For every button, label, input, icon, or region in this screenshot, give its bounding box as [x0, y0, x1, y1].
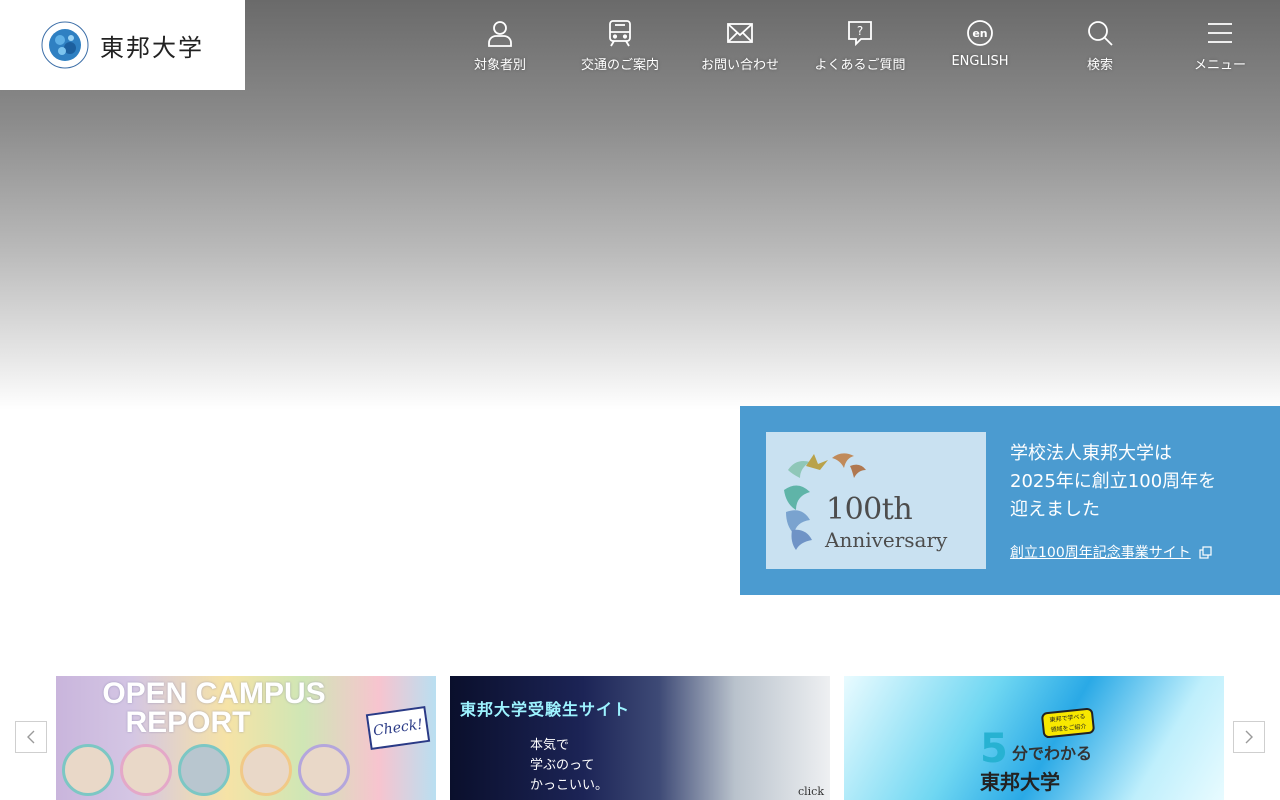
anniversary-heading-line: 迎えました [1010, 499, 1100, 520]
nav-menu[interactable]: メニュー [1160, 0, 1280, 90]
banner-title: OPEN CAMPUS [102, 677, 326, 710]
banner-carousel: OPEN CAMPUS REPORT Check! 東邦大学受験生サイト 本気で… [56, 676, 1224, 800]
anniversary-heading: 学校法人東邦大学は 2025年に創立100周年を 迎えました [1010, 440, 1250, 524]
chevron-left-icon [27, 730, 35, 744]
anniversary-logo[interactable]: 100th Anniversary [766, 432, 986, 569]
banner-title: 東邦大学 [980, 770, 1060, 794]
external-link-icon [1199, 545, 1212, 559]
banner-title: 東邦大学受験生サイト [460, 700, 631, 719]
nav-label: ENGLISH [951, 54, 1009, 69]
svg-text:?: ? [857, 24, 863, 38]
nav-label: よくあるご質問 [814, 58, 906, 73]
en-language-icon: en [967, 20, 993, 46]
banner-copy-line: 学ぶのって [530, 758, 595, 773]
nav-faq[interactable]: ? よくあるご質問 [800, 0, 920, 90]
carousel-next-button[interactable] [1233, 721, 1265, 753]
nav-by-audience[interactable]: 対象者別 [440, 0, 560, 90]
anniversary-site-link[interactable]: 創立100周年記念事業サイト [1010, 542, 1212, 562]
chevron-right-icon [1245, 730, 1253, 744]
banner-tag-line: 領域をご紹介 [1050, 723, 1087, 734]
nav-access[interactable]: 交通のご案内 [560, 0, 680, 90]
anniversary-panel: 100th Anniversary 学校法人東邦大学は 2025年に創立100周… [740, 406, 1280, 595]
mail-icon [727, 23, 753, 43]
anniversary-logo-word: Anniversary [825, 528, 948, 552]
nav-label: 検索 [1086, 58, 1113, 73]
banner-applicant-site[interactable]: 東邦大学受験生サイト 本気で 学ぶのって かっこいい。 click [450, 676, 830, 800]
nav-label: 交通のご案内 [580, 58, 659, 73]
person-icon [488, 21, 512, 47]
campus-photo-circle [240, 744, 292, 796]
search-icon [1088, 21, 1113, 46]
campus-photo-circle [120, 744, 172, 796]
banner-copy: 本気で 学ぶのって かっこいい。 [530, 736, 608, 796]
nav-label: お問い合わせ [700, 58, 779, 73]
banner-copy-line: 本気で [530, 738, 570, 753]
nav-english[interactable]: en ENGLISH [920, 0, 1040, 90]
question-bubble-icon: ? [848, 21, 872, 47]
university-seal-icon [41, 21, 89, 69]
nav-contact[interactable]: お問い合わせ [680, 0, 800, 90]
carousel-prev-button[interactable] [15, 721, 47, 753]
train-icon [609, 20, 631, 47]
campus-photo-circle [62, 744, 114, 796]
banner-subtitle: 分でわかる [1012, 744, 1093, 763]
nav-label: 対象者別 [473, 58, 526, 73]
anniversary-text: 学校法人東邦大学は 2025年に創立100周年を 迎えました 創立100周年記念… [1010, 432, 1250, 595]
banner-click-label: click [797, 785, 824, 798]
anniversary-logo-number: 100th [826, 492, 913, 527]
anniversary-heading-line: 学校法人東邦大学は [1010, 443, 1172, 464]
check-badge: Check! [365, 706, 431, 750]
campus-photo-circle [178, 744, 230, 796]
banner-copy-line: かっこいい。 [530, 778, 609, 793]
banner-5min-toho[interactable]: 東邦で学べる 領域をご紹介 5 分でわかる 東邦大学 [844, 676, 1224, 800]
banner-tag: 東邦で学べる 領域をご紹介 [1040, 707, 1096, 739]
site-logo[interactable]: 東邦大学 [0, 0, 245, 90]
anniversary-link-label: 創立100周年記念事業サイト [1010, 545, 1191, 561]
svg-text:en: en [972, 27, 987, 40]
banner-title: REPORT [125, 706, 251, 739]
nav-search[interactable]: 検索 [1040, 0, 1160, 90]
banner-tag-line: 東邦で学べる [1049, 713, 1086, 724]
campus-photo-circle [298, 744, 350, 796]
hamburger-menu-icon [1208, 23, 1232, 43]
logo-text: 東邦大学 [100, 33, 204, 62]
nav-label: メニュー [1193, 58, 1246, 73]
anniversary-heading-line: 2025年に創立100周年を [1010, 471, 1217, 492]
banner-open-campus[interactable]: OPEN CAMPUS REPORT Check! [56, 676, 436, 800]
top-navigation: 対象者別 交通のご案内 お問い合わせ ? よくあるご質問 en ENGLISH … [440, 0, 1280, 90]
